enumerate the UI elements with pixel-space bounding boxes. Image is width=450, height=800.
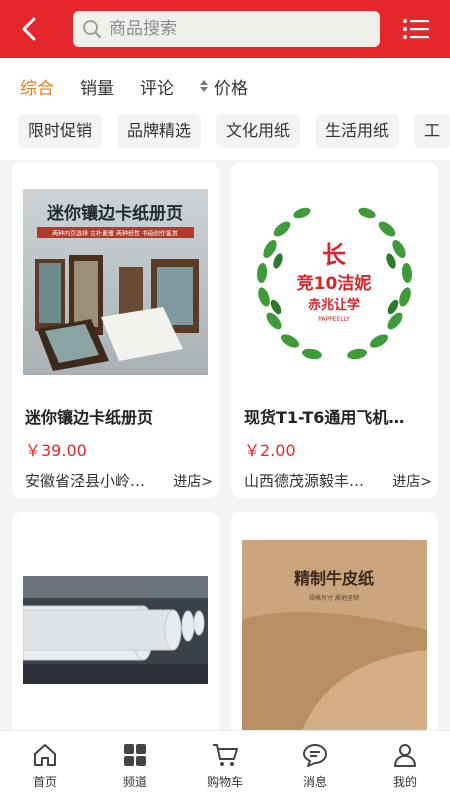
back-button[interactable] [14,14,44,44]
svg-text:竞10洁妮: 竞10洁妮 [297,273,372,294]
nav-message[interactable]: 消息 [270,731,360,800]
sort-comprehensive[interactable]: 综合 [20,74,54,99]
product-grid: 迷你镶边卡纸册页 两种内页选择 古朴素雅 两种纸性 书画创作鉴赏 迷你镶边卡纸册… [0,160,450,730]
search-icon [81,18,103,40]
svg-text:两种内页选择 古朴素雅 两种纸性 书画创作鉴赏: 两种内页选择 古朴素雅 两种纸性 书画创作鉴赏 [52,230,178,238]
search-box[interactable] [73,11,380,47]
nav-home[interactable]: 首页 [0,731,90,800]
grid-icon [121,741,149,769]
sort-sales[interactable]: 销量 [80,74,114,99]
list-menu-icon [403,19,429,39]
product-card[interactable] [12,512,219,730]
home-icon [31,741,59,769]
nav-channel[interactable]: 频道 [90,731,180,800]
image-headline: 精制牛皮纸 [294,569,374,588]
product-image: 长 竞10洁妮 赤兆让学 PAPPEELLY [242,189,427,375]
svg-text:长: 长 [322,240,347,269]
search-input[interactable] [109,19,369,39]
category-tags: 限时促销 品牌精选 文化用纸 生活用纸工 [0,114,450,160]
nav-mine[interactable]: 我的 [360,731,450,800]
product-card[interactable]: 迷你镶边卡纸册页 两种内页选择 古朴素雅 两种纸性 书画创作鉴赏 迷你镶边卡纸册… [12,162,219,498]
top-bar [0,0,450,58]
product-card[interactable]: 长 竞10洁妮 赤兆让学 PAPPEELLY 现货T1-T6通用飞机… ￥2.0… [231,162,438,498]
sort-reviews[interactable]: 评论 [140,74,174,99]
sort-arrows-icon [200,80,208,92]
tag-household-paper[interactable]: 生活用纸 [315,114,400,148]
shop-name: 安徽省泾县小岭… [25,472,146,490]
sort-price[interactable]: 价格 [200,74,248,99]
shop-name: 山西德茂源毅丰… [244,472,365,490]
tag-brand[interactable]: 品牌精选 [117,114,202,148]
product-image: 精制牛皮纸 规格尺寸 质地坚韧 [242,540,427,730]
svg-text:赤兆让学: 赤兆让学 [308,297,360,313]
product-title: 迷你镶边卡纸册页 [25,408,154,427]
product-title: 现货T1-T6通用飞机… [244,408,405,427]
tag-promotion[interactable]: 限时促销 [18,114,103,148]
menu-button[interactable] [402,17,430,41]
tag-culture-paper[interactable]: 文化用纸 [216,114,301,148]
message-icon [301,741,329,769]
product-price: ￥39.00 [25,441,87,460]
enter-shop-link[interactable]: 进店> [173,471,213,491]
sort-bar: 综合 销量 评论 价格 [0,58,450,114]
back-arrow-icon [22,17,36,41]
svg-text:规格尺寸 质地坚韧: 规格尺寸 质地坚韧 [309,594,359,602]
product-image: 迷你镶边卡纸册页 两种内页选择 古朴素雅 两种纸性 书画创作鉴赏 [23,189,208,375]
nav-cart[interactable]: 购物车 [180,731,270,800]
enter-shop-link[interactable]: 进店> [392,471,432,491]
product-card[interactable]: 精制牛皮纸 规格尺寸 质地坚韧 [231,512,438,730]
svg-text:PAPPEELLY: PAPPEELLY [318,316,350,323]
product-image [23,576,208,684]
bottom-navigation: 首页 频道 购物车 消息 我的 [0,730,450,800]
cart-icon [211,741,239,769]
product-price: ￥2.00 [244,441,296,460]
image-headline: 迷你镶边卡纸册页 [46,203,183,224]
user-icon [391,741,419,769]
tag-industrial[interactable]: 工 [414,114,450,148]
